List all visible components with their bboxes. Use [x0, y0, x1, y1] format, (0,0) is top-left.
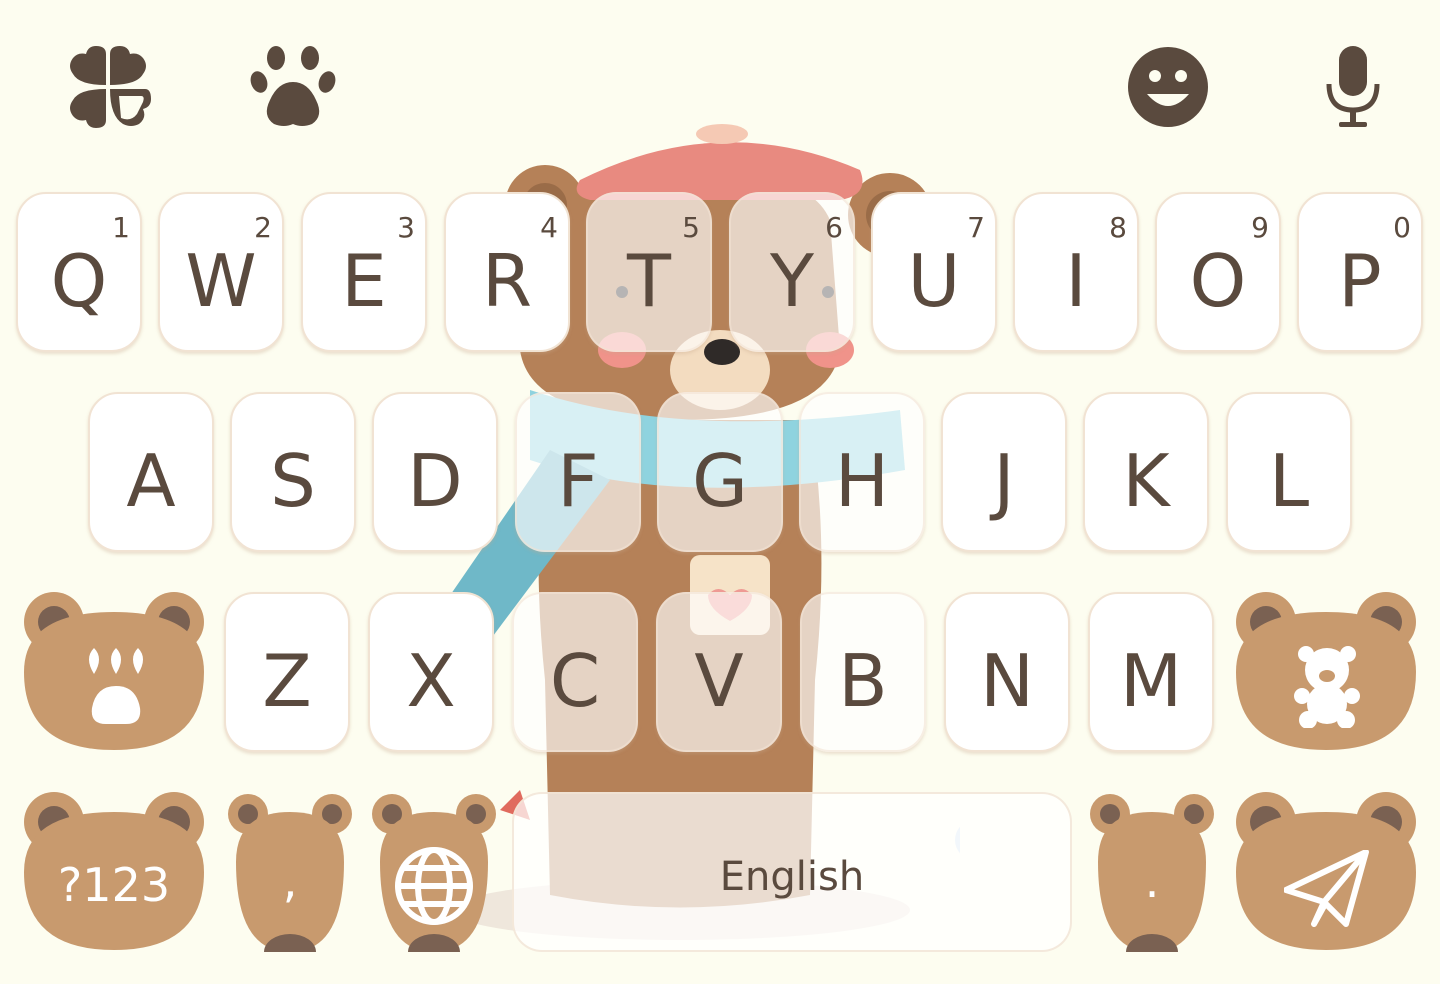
paw-print-icon — [89, 648, 143, 724]
key-b[interactable]: B — [800, 592, 926, 752]
key-c[interactable]: C — [512, 592, 638, 752]
period-key-label: . — [1144, 854, 1160, 908]
key-y[interactable]: Y6 — [729, 192, 855, 352]
key-z[interactable]: Z — [224, 592, 350, 752]
key-e[interactable]: E3 — [301, 192, 427, 352]
key-label: A — [126, 439, 176, 523]
key-w[interactable]: W2 — [158, 192, 284, 352]
shift-key[interactable] — [16, 592, 212, 752]
emoji-icon[interactable] — [1123, 42, 1213, 132]
language-key[interactable] — [370, 792, 498, 970]
key-label: R — [481, 239, 533, 323]
period-key[interactable]: . — [1088, 792, 1216, 970]
comma-key-label: , — [282, 854, 298, 908]
key-t[interactable]: T5 — [586, 192, 712, 352]
key-f[interactable]: F — [515, 392, 641, 552]
key-label: Y — [770, 239, 814, 323]
key-label: S — [270, 439, 316, 523]
enter-key[interactable] — [1228, 792, 1424, 952]
globe-icon — [395, 847, 473, 925]
key-k[interactable]: K — [1083, 392, 1209, 552]
key-r[interactable]: R4 — [444, 192, 570, 352]
key-label: O — [1189, 239, 1247, 323]
key-label: L — [1268, 439, 1310, 523]
key-label: W — [185, 239, 257, 323]
clover-icon[interactable] — [63, 42, 153, 132]
key-number-hint: 3 — [397, 211, 415, 244]
key-v[interactable]: V — [656, 592, 782, 752]
paw-icon[interactable] — [248, 42, 338, 132]
teddy-bear-icon — [1294, 646, 1360, 728]
key-label: V — [694, 639, 744, 723]
key-label: T — [627, 239, 671, 323]
key-number-hint: 4 — [540, 211, 558, 244]
key-x[interactable]: X — [368, 592, 494, 752]
comma-key[interactable]: , — [226, 792, 354, 970]
key-label: P — [1338, 239, 1382, 323]
key-label: M — [1119, 639, 1183, 723]
key-label: Z — [262, 639, 312, 723]
space-key[interactable]: English — [512, 792, 1072, 952]
key-label: I — [1065, 239, 1087, 323]
key-number-hint: 0 — [1393, 211, 1411, 244]
key-number-hint: 7 — [967, 211, 985, 244]
key-s[interactable]: S — [230, 392, 356, 552]
key-label: N — [980, 639, 1034, 723]
key-label: C — [549, 639, 601, 723]
key-label: X — [406, 639, 456, 723]
key-g[interactable]: G — [657, 392, 783, 552]
key-q[interactable]: Q1 — [16, 192, 142, 352]
key-label: U — [907, 239, 961, 323]
key-label: J — [993, 439, 1015, 523]
key-number-hint: 6 — [825, 211, 843, 244]
sticker-key[interactable] — [1228, 592, 1424, 752]
key-n[interactable]: N — [944, 592, 1070, 752]
key-number-hint: 8 — [1109, 211, 1127, 244]
symbols-key-label: ?123 — [57, 858, 171, 912]
key-h[interactable]: H — [799, 392, 925, 552]
key-u[interactable]: U7 — [871, 192, 997, 352]
key-number-hint: 9 — [1251, 211, 1269, 244]
key-l[interactable]: L — [1226, 392, 1352, 552]
key-o[interactable]: O9 — [1155, 192, 1281, 352]
paper-plane-icon — [1284, 850, 1369, 927]
key-label: D — [407, 439, 463, 523]
key-label: G — [692, 439, 748, 523]
key-label: E — [341, 239, 387, 323]
symbols-key[interactable]: ?123 — [16, 792, 212, 952]
key-label: Q — [50, 239, 108, 323]
key-i[interactable]: I8 — [1013, 192, 1139, 352]
key-m[interactable]: M — [1088, 592, 1214, 752]
key-d[interactable]: D — [372, 392, 498, 552]
key-p[interactable]: P0 — [1297, 192, 1423, 352]
microphone-icon[interactable] — [1308, 42, 1398, 132]
key-label: K — [1122, 439, 1170, 523]
key-j[interactable]: J — [941, 392, 1067, 552]
key-number-hint: 1 — [112, 211, 130, 244]
key-number-hint: 2 — [254, 211, 272, 244]
key-number-hint: 5 — [682, 211, 700, 244]
key-label: F — [557, 439, 599, 523]
key-a[interactable]: A — [88, 392, 214, 552]
space-key-label: English — [719, 854, 865, 900]
key-label: H — [834, 439, 890, 523]
key-label: B — [838, 639, 888, 723]
